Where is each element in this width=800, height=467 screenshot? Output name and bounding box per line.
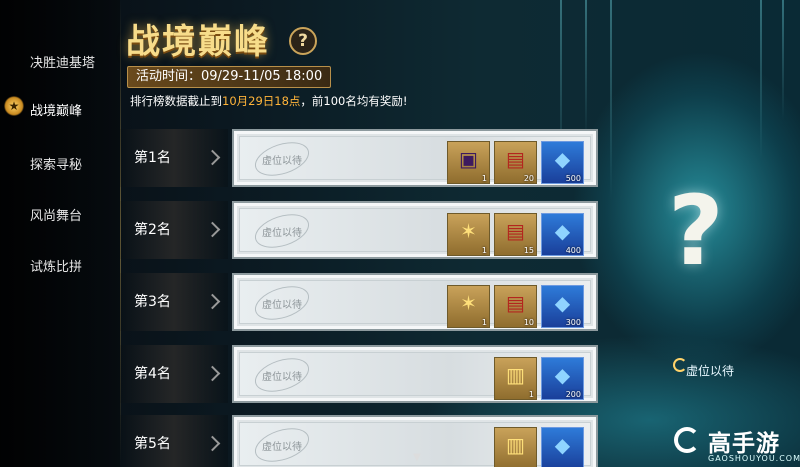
gaoshouyou-logo-icon	[674, 427, 700, 453]
trophy-icon: ★	[4, 96, 24, 116]
reward-count: 15	[523, 246, 534, 255]
reward-count: 400	[565, 246, 581, 255]
data-stream-decoration	[760, 0, 762, 160]
blue-gem-icon: ◆	[554, 147, 571, 171]
reward-count: 1	[481, 174, 487, 183]
blue-gem-icon: ◆	[554, 291, 571, 315]
data-stream-decoration	[610, 0, 612, 200]
purple-chest-icon: ▣	[459, 147, 478, 171]
reward-item[interactable]: ◆ 400	[541, 213, 584, 256]
vacant-placeholder: 虚位以待	[262, 442, 302, 453]
rank-row[interactable]: 第2名 虚位以待 ✶ 1 ▤ 15 ◆ 400	[120, 201, 600, 259]
event-period: 活动时间：09/29-11/05 18:00	[127, 66, 332, 88]
reward-count: 200	[565, 390, 581, 399]
vacant-placeholder: 虚位以待	[262, 228, 302, 239]
watermark-brand: 高手游	[708, 431, 780, 457]
blue-gem-icon: ◆	[554, 219, 571, 243]
reward-count: 1	[481, 318, 487, 327]
gold-crate-icon: ▤	[506, 147, 525, 171]
page-title: 战境巅峰	[126, 22, 270, 62]
reward-item[interactable]: ▥	[494, 427, 537, 467]
rank-row[interactable]: 第4名 虚位以待 ▥ 1 ◆ 200	[120, 345, 600, 403]
sidebar: 决胜迪基塔 ★ 战境巅峰 探索寻秘 风尚舞台 试炼比拼	[0, 0, 120, 467]
rank-label: 第3名	[120, 273, 228, 331]
reward-count: 10	[523, 318, 534, 327]
question-mark-icon: ?	[668, 175, 724, 287]
gold-wings-icon: ✶	[460, 291, 477, 315]
scroll-down-icon[interactable]: ▼	[410, 452, 424, 463]
gold-wings-icon: ✶	[460, 219, 477, 243]
reward-item[interactable]: ▤ 10	[494, 285, 537, 328]
sidebar-item-tansuo[interactable]: 探索寻秘	[30, 154, 82, 173]
reward-item[interactable]: ▤ 15	[494, 213, 537, 256]
rank-row[interactable]: 第3名 虚位以待 ✶ 1 ▤ 10 ◆ 300	[120, 273, 600, 331]
vacant-placeholder: 虚位以待	[262, 300, 302, 311]
data-stream-decoration	[782, 0, 784, 120]
rank-card: 虚位以待 ✶ 1 ▤ 10 ◆ 300	[232, 273, 598, 331]
reward-item[interactable]: ✶ 1	[447, 213, 490, 256]
reward-count: 1	[528, 390, 534, 399]
rank-label: 第1名	[120, 129, 228, 187]
notice-prefix: 排行榜数据截止到	[130, 94, 222, 108]
reward-item[interactable]: ◆	[541, 427, 584, 467]
rank-card: 虚位以待 ▣ 1 ▤ 20 ◆ 500	[232, 129, 598, 187]
ranking-notice: 排行榜数据截止到10月29日18点，前100名均有奖励!	[130, 93, 407, 109]
help-button[interactable]: ?	[289, 27, 317, 55]
treasure-chest-icon: ▥	[506, 363, 525, 387]
reward-item[interactable]: ◆ 300	[541, 285, 584, 328]
rank-row[interactable]: 第5名 虚位以待 ▥ ◆	[120, 415, 600, 467]
rank-label: 第2名	[120, 201, 228, 259]
rank-card: 虚位以待 ▥ 1 ◆ 200	[232, 345, 598, 403]
loading-ring-icon	[673, 358, 687, 372]
reward-item[interactable]: ✶ 1	[447, 285, 490, 328]
reward-count: 1	[481, 246, 487, 255]
blue-gem-icon: ◆	[554, 433, 571, 457]
notice-suffix: ，前100名均有奖励!	[300, 94, 408, 108]
sidebar-item-zhanjing[interactable]: 战境巅峰	[30, 100, 82, 119]
reward-item[interactable]: ▣ 1	[447, 141, 490, 184]
data-stream-decoration	[585, 0, 587, 140]
sidebar-item-shilian[interactable]: 试炼比拼	[30, 256, 82, 275]
reward-item[interactable]: ▥ 1	[494, 357, 537, 400]
reward-count: 20	[523, 174, 534, 183]
blue-gem-icon: ◆	[554, 363, 571, 387]
gold-crate-icon: ▤	[506, 291, 525, 315]
reward-item[interactable]: ▤ 20	[494, 141, 537, 184]
reward-item[interactable]: ◆ 200	[541, 357, 584, 400]
sidebar-item-juesheng[interactable]: 决胜迪基塔	[30, 52, 95, 71]
reward-count: 500	[565, 174, 581, 183]
rank-card: 虚位以待 ✶ 1 ▤ 15 ◆ 400	[232, 201, 598, 259]
gold-crate-icon: ▤	[506, 219, 525, 243]
reward-count: 300	[565, 318, 581, 327]
showcase-caption: 虚位以待	[686, 364, 735, 378]
treasure-chest-icon: ▥	[506, 433, 525, 457]
rank-row[interactable]: 第1名 虚位以待 ▣ 1 ▤ 20 ◆ 500	[120, 129, 600, 187]
sidebar-item-fengshang[interactable]: 风尚舞台	[30, 205, 82, 224]
vacant-placeholder: 虚位以待	[262, 372, 302, 383]
rank-label: 第4名	[120, 345, 228, 403]
reward-item[interactable]: ◆ 500	[541, 141, 584, 184]
rank-label: 第5名	[120, 415, 228, 467]
notice-deadline: 10月29日18点	[222, 94, 301, 108]
watermark-url: GAOSHOUYOU.COM	[708, 454, 800, 463]
vacant-placeholder: 虚位以待	[262, 156, 302, 167]
